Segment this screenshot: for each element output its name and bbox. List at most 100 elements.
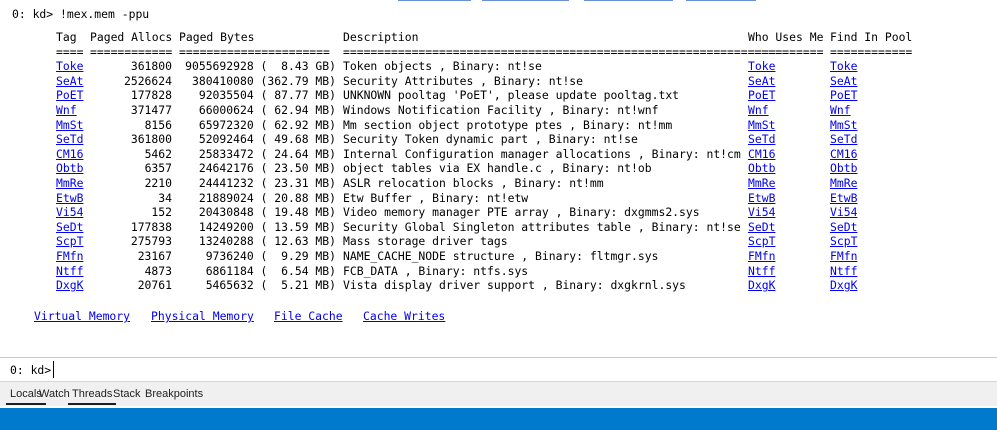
- find-in-pool-link[interactable]: SeDt: [830, 220, 857, 235]
- header-find-in-pool: Find In Pool: [830, 30, 913, 44]
- find-in-pool-link[interactable]: ScpT: [830, 234, 857, 249]
- who-uses-me-link[interactable]: Ntff: [748, 264, 775, 279]
- find-in-pool-link[interactable]: EtwB: [830, 191, 857, 206]
- tab-stack[interactable]: Stack: [109, 385, 145, 403]
- who-uses-me-link[interactable]: DxgK: [748, 278, 775, 293]
- paged-bytes-value: 20430848 ( 19.48 MB): [198, 205, 336, 220]
- tag-link[interactable]: PoET: [56, 88, 83, 103]
- separator-who-uses-me: ===========: [748, 44, 824, 59]
- find-in-pool-link[interactable]: Toke: [830, 59, 857, 74]
- find-in-pool-link[interactable]: CM16: [830, 147, 857, 162]
- who-uses-me-link[interactable]: Obtb: [748, 161, 775, 176]
- who-uses-me-link[interactable]: FMfn: [748, 249, 775, 264]
- tag-link[interactable]: SeDt: [56, 220, 83, 235]
- find-in-pool-link[interactable]: MmRe: [830, 176, 857, 191]
- tag-link[interactable]: MmRe: [56, 176, 83, 191]
- top-rule-segment: [482, 0, 569, 1]
- paged-bytes-value: 24642176 ( 23.50 MB): [198, 161, 336, 176]
- tag-link[interactable]: ScpT: [56, 234, 83, 249]
- who-uses-me-link[interactable]: CM16: [748, 147, 775, 162]
- paged-allocs-value: 275793: [130, 234, 172, 249]
- paged-allocs-value: 23167: [137, 249, 172, 263]
- description-text: Token objects , Binary: nt!se: [343, 59, 542, 74]
- file-cache-link[interactable]: File Cache: [274, 308, 343, 324]
- separator-paged-bytes: ======================: [179, 44, 330, 59]
- paged-bytes-value: 66000624 ( 62.94 MB): [198, 103, 336, 117]
- tag-link[interactable]: SeTd: [56, 132, 83, 147]
- tag-link[interactable]: FMfn: [56, 249, 83, 264]
- paged-allocs-value: 2210: [144, 176, 172, 190]
- find-in-pool-link[interactable]: FMfn: [830, 249, 857, 264]
- tag-link[interactable]: Obtb: [56, 161, 83, 176]
- tag-link[interactable]: DxgK: [56, 278, 83, 293]
- description-text: Video memory manager PTE array , Binary:…: [343, 205, 700, 220]
- paged-bytes-value: 92035504 ( 87.77 MB): [198, 88, 336, 103]
- who-uses-me-link[interactable]: SeDt: [748, 220, 775, 235]
- paged-bytes-value: 9055692928 ( 8.43 GB): [185, 59, 336, 74]
- tag-link[interactable]: EtwB: [56, 191, 83, 206]
- cache-writes-link[interactable]: Cache Writes: [363, 308, 445, 324]
- who-uses-me-link[interactable]: EtwB: [748, 191, 775, 206]
- tag-link[interactable]: Wnf: [56, 103, 77, 118]
- header-paged-allocs: Paged Allocs: [90, 30, 173, 44]
- find-in-pool-link[interactable]: Ntff: [830, 264, 857, 279]
- virtual-memory-link[interactable]: Virtual Memory: [34, 308, 130, 324]
- top-rule: [0, 0, 997, 4]
- paged-allocs-value: 5462: [144, 146, 172, 161]
- description-text: Security Token dynamic part , Binary: nt…: [343, 132, 638, 147]
- separator-find-in-pool: ============: [830, 44, 913, 59]
- find-in-pool-link[interactable]: SeTd: [830, 132, 857, 147]
- tab-breakpoints[interactable]: Breakpoints: [141, 385, 207, 403]
- paged-allocs-value: 8156: [144, 117, 172, 132]
- paged-bytes-value: 21889024 ( 20.88 MB): [198, 190, 336, 205]
- tag-link[interactable]: CM16: [56, 147, 83, 162]
- paged-allocs-value: 371477: [130, 103, 172, 117]
- description-text: Windows Notification Facility , Binary: …: [343, 103, 659, 117]
- paged-bytes-value: 24441232 ( 23.31 MB): [198, 176, 336, 190]
- who-uses-me-link[interactable]: Vi54: [748, 205, 775, 220]
- command-bar: 0: kd>: [6, 360, 997, 380]
- paged-allocs-value: 177828: [130, 88, 172, 103]
- who-uses-me-link[interactable]: PoET: [748, 88, 775, 103]
- who-uses-me-link[interactable]: SeTd: [748, 132, 775, 147]
- description-text: Security Global Singleton attributes tab…: [343, 219, 741, 234]
- find-in-pool-link[interactable]: SeAt: [830, 74, 857, 89]
- top-rule-segment: [398, 0, 471, 1]
- tag-link[interactable]: Vi54: [56, 205, 83, 220]
- find-in-pool-link[interactable]: Vi54: [830, 205, 857, 220]
- who-uses-me-link[interactable]: MmRe: [748, 176, 775, 191]
- command-input[interactable]: [53, 361, 997, 378]
- description-text: NAME_CACHE_NODE structure , Binary: fltm…: [343, 249, 659, 263]
- description-text: Security Attributes , Binary: nt!se: [343, 73, 584, 88]
- paged-allocs-value: 361800: [130, 132, 172, 147]
- who-uses-me-link[interactable]: Toke: [748, 59, 775, 74]
- separator-tag: ====: [56, 44, 84, 59]
- paged-bytes-value: 380410080 (362.79 MB): [191, 73, 336, 88]
- paged-allocs-value: 361800: [130, 59, 172, 74]
- tag-link[interactable]: SeAt: [56, 74, 83, 89]
- find-in-pool-link[interactable]: DxgK: [830, 278, 857, 293]
- who-uses-me-link[interactable]: SeAt: [748, 74, 775, 89]
- who-uses-me-link[interactable]: Wnf: [748, 103, 769, 118]
- tag-link[interactable]: Ntff: [56, 264, 83, 279]
- tag-link[interactable]: Toke: [56, 59, 83, 74]
- find-in-pool-link[interactable]: MmSt: [830, 118, 857, 133]
- description-text: Vista display driver support , Binary: d…: [343, 278, 686, 293]
- paged-allocs-value: 6357: [144, 161, 172, 176]
- physical-memory-link[interactable]: Physical Memory: [151, 308, 254, 324]
- paged-bytes-value: 13240288 ( 12.63 MB): [198, 234, 336, 249]
- description-text: Mass storage driver tags: [343, 234, 508, 249]
- paged-allocs-value: 20761: [137, 278, 172, 293]
- who-uses-me-link[interactable]: MmSt: [748, 118, 775, 133]
- paged-bytes-value: 52092464 ( 49.68 MB): [198, 132, 336, 147]
- tag-link[interactable]: MmSt: [56, 118, 83, 133]
- paged-allocs-value: 4873: [144, 263, 172, 278]
- find-in-pool-link[interactable]: Wnf: [830, 103, 851, 118]
- paged-bytes-value: 25833472 ( 24.64 MB): [198, 146, 336, 161]
- description-text: object tables via EX handle.c , Binary: …: [343, 161, 652, 176]
- find-in-pool-link[interactable]: Obtb: [830, 161, 857, 176]
- find-in-pool-link[interactable]: PoET: [830, 88, 857, 103]
- who-uses-me-link[interactable]: ScpT: [748, 234, 775, 249]
- description-text: FCB_DATA , Binary: ntfs.sys: [343, 263, 529, 278]
- top-rule-segment: [686, 0, 756, 1]
